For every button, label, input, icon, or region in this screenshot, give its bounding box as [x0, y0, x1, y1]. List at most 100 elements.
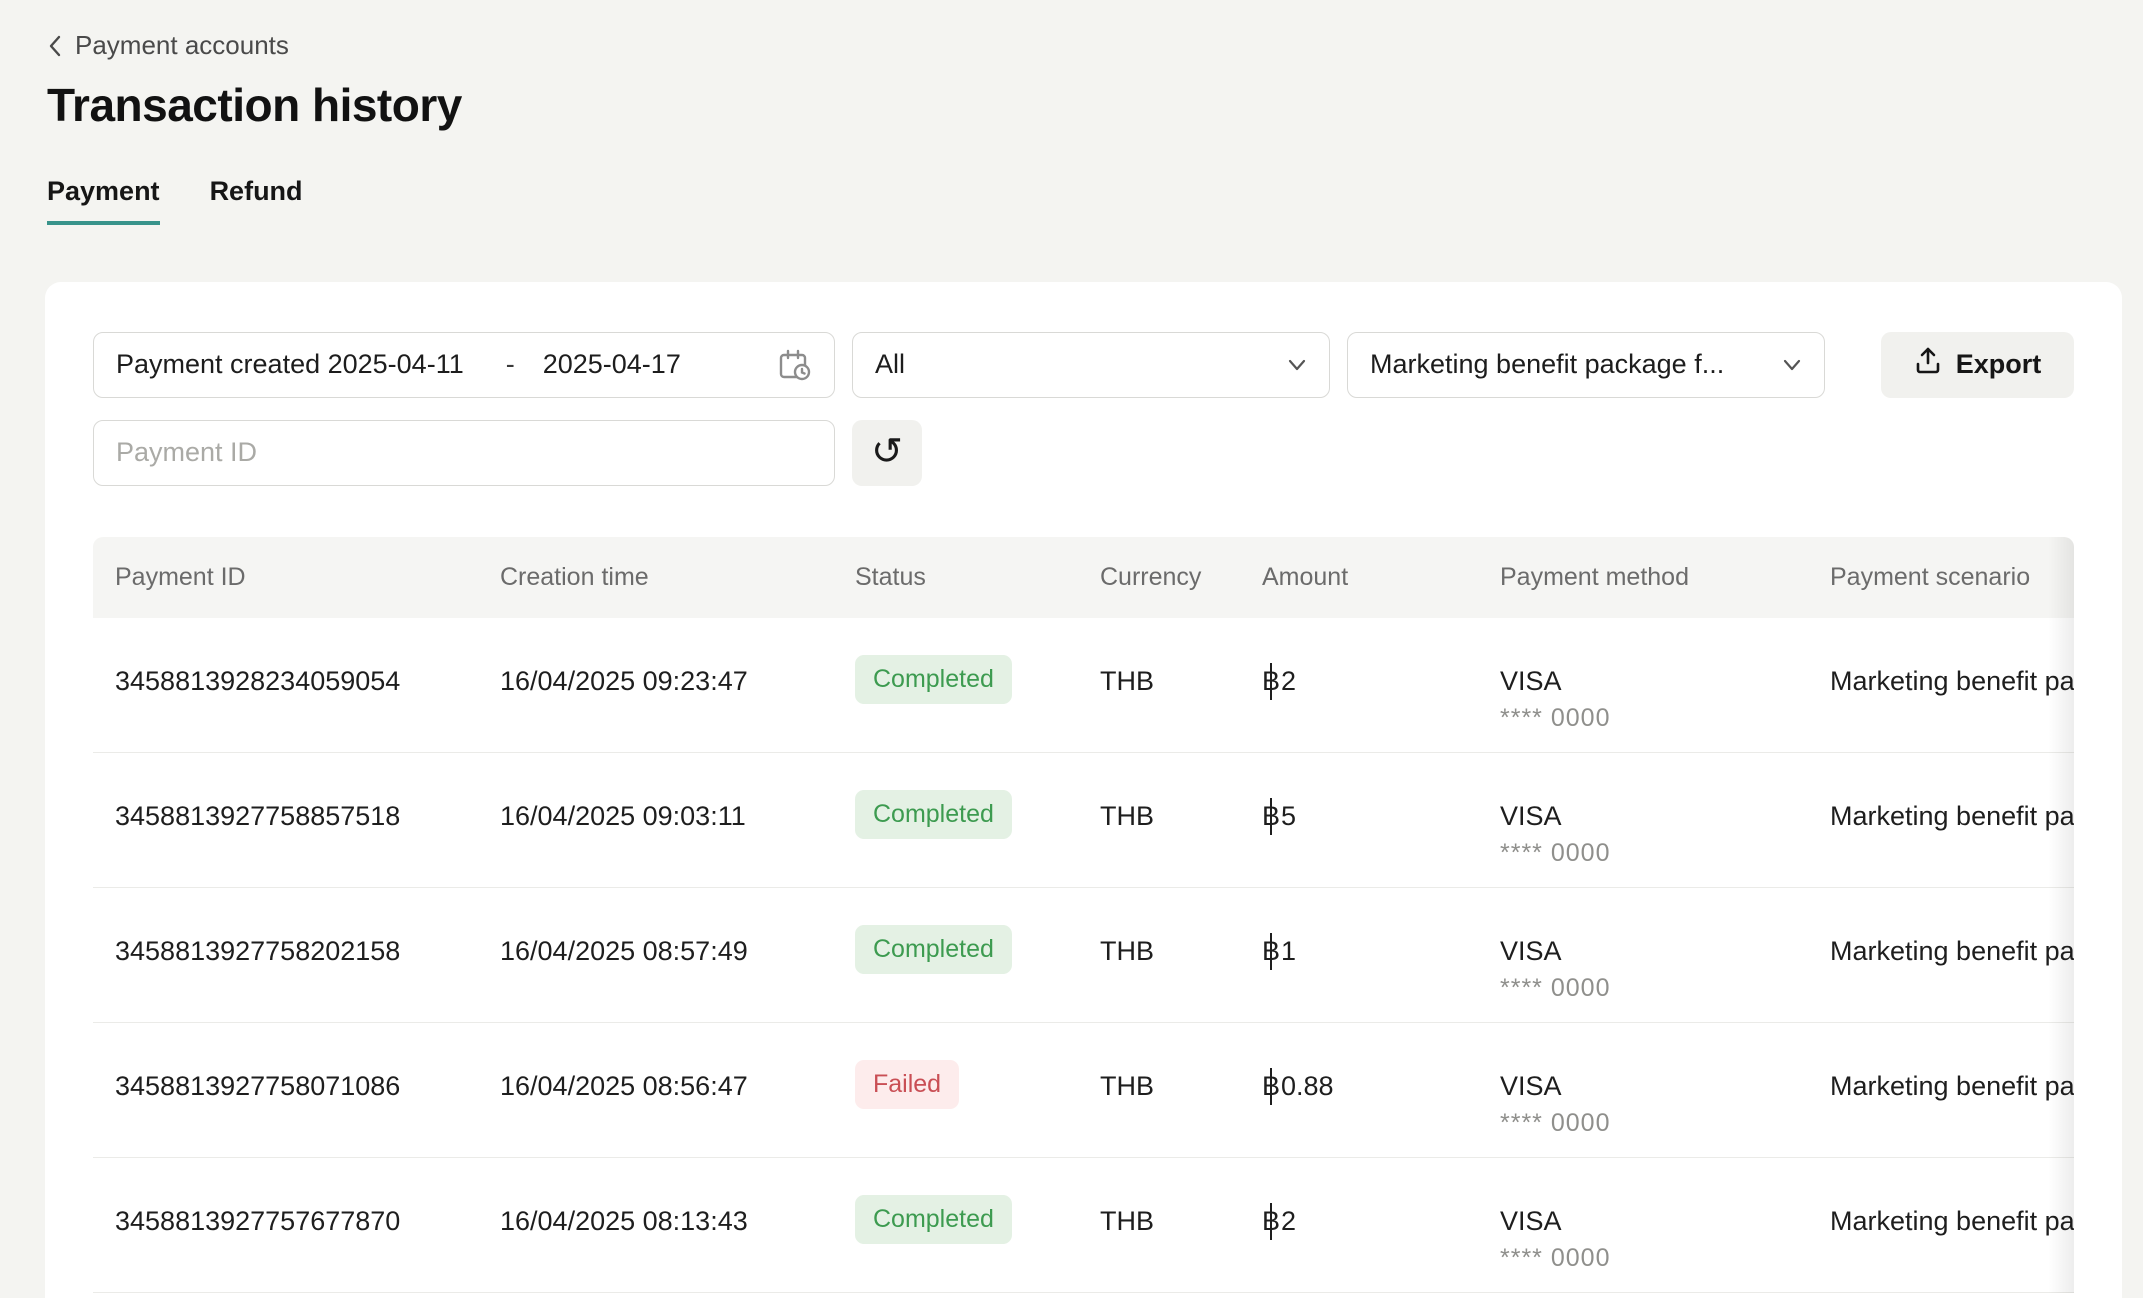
table-row: 3458813927758857518 16/04/2025 09:03:11 …: [93, 753, 2074, 888]
amount-cell: B5: [1262, 753, 1500, 888]
payment-method-detail: **** 0000: [1500, 1109, 1830, 1138]
currency-cell: THB: [1100, 1158, 1262, 1293]
currency-cell: THB: [1100, 1023, 1262, 1158]
amount-cell: B2: [1262, 1158, 1500, 1293]
refresh-button[interactable]: ↺: [852, 420, 922, 486]
page-title: Transaction history: [47, 76, 2122, 134]
amount-cell: B0.88: [1262, 1023, 1500, 1158]
export-button[interactable]: Export: [1881, 332, 2074, 398]
status-cell: Completed: [855, 888, 1100, 1023]
table-body: 3458813928234059054 16/04/2025 09:23:47 …: [93, 618, 2074, 1293]
payment-method-name: VISA: [1500, 666, 1830, 697]
date-range-filter[interactable]: Payment created 2025-04-11 - 2025-04-17: [93, 332, 835, 398]
filter-row-secondary: ↺: [93, 420, 2074, 486]
baht-symbol: B: [1262, 666, 1280, 697]
tab-refund[interactable]: Refund: [210, 176, 303, 225]
payment-method-name: VISA: [1500, 1206, 1830, 1237]
currency-cell: THB: [1100, 888, 1262, 1023]
status-badge: Completed: [855, 1195, 1012, 1244]
payment-method-cell: VISA **** 0000: [1500, 888, 1830, 1023]
status-badge: Failed: [855, 1060, 959, 1109]
creation-time-cell: 16/04/2025 09:03:11: [500, 753, 855, 888]
chevron-down-icon: [1287, 358, 1307, 372]
payment-id-cell: 3458813928234059054: [93, 618, 500, 753]
breadcrumb[interactable]: Payment accounts: [47, 30, 289, 61]
date-range-separator: -: [506, 349, 515, 380]
payment-method-cell: VISA **** 0000: [1500, 618, 1830, 753]
baht-symbol: B: [1262, 1071, 1280, 1102]
column-header-creation-time: Creation time: [500, 537, 855, 618]
creation-time-cell: 16/04/2025 08:57:49: [500, 888, 855, 1023]
table-row: 3458813927758071086 16/04/2025 08:56:47 …: [93, 1023, 2074, 1158]
payment-method-detail: **** 0000: [1500, 704, 1830, 733]
column-header-status: Status: [855, 537, 1100, 618]
status-badge: Completed: [855, 925, 1012, 974]
scenario-filter-value: Marketing benefit package f...: [1370, 349, 1724, 380]
currency-cell: THB: [1100, 618, 1262, 753]
status-cell: Completed: [855, 1158, 1100, 1293]
tab-payment[interactable]: Payment: [47, 176, 160, 225]
creation-time-cell: 16/04/2025 08:13:43: [500, 1158, 855, 1293]
column-header-payment-scenario: Payment scenario: [1830, 537, 2074, 618]
amount-value: 5: [1281, 801, 1296, 831]
chevron-down-icon: [1782, 358, 1802, 372]
filter-table-card: Payment created 2025-04-11 - 2025-04-17 …: [45, 282, 2122, 1298]
amount-value: 1: [1281, 936, 1296, 966]
filter-row-primary: Payment created 2025-04-11 - 2025-04-17 …: [93, 332, 2074, 398]
payment-scenario-cell: Marketing benefit package f...: [1830, 753, 2074, 888]
amount-value: 0.88: [1281, 1071, 1334, 1101]
payment-scenario-cell: Marketing benefit package f...: [1830, 618, 2074, 753]
status-cell: Failed: [855, 1023, 1100, 1158]
column-header-amount: Amount: [1262, 537, 1500, 618]
column-header-payment-method: Payment method: [1500, 537, 1830, 618]
table-row: 3458813927758202158 16/04/2025 08:57:49 …: [93, 888, 2074, 1023]
status-cell: Completed: [855, 618, 1100, 753]
payment-method-name: VISA: [1500, 801, 1830, 832]
status-badge: Completed: [855, 790, 1012, 839]
creation-time-cell: 16/04/2025 08:56:47: [500, 1023, 855, 1158]
payment-id-cell: 3458813927757677870: [93, 1158, 500, 1293]
column-header-currency: Currency: [1100, 537, 1262, 618]
scenario-filter-select[interactable]: Marketing benefit package f...: [1347, 332, 1825, 398]
payment-method-detail: **** 0000: [1500, 839, 1830, 868]
refresh-icon: ↺: [871, 432, 903, 470]
payment-scenario-cell: Marketing benefit package f...: [1830, 888, 2074, 1023]
payment-method-cell: VISA **** 0000: [1500, 753, 1830, 888]
baht-symbol: B: [1262, 801, 1280, 832]
page-container: Payment accounts Transaction history Pay…: [0, 0, 2143, 1298]
status-filter-value: All: [875, 349, 905, 380]
breadcrumb-label: Payment accounts: [75, 30, 289, 61]
calendar-clock-icon: [776, 347, 812, 383]
page-header: Payment accounts Transaction history Pay…: [47, 0, 2122, 225]
payment-scenario-cell: Marketing benefit package f...: [1830, 1023, 2074, 1158]
payment-id-input[interactable]: [93, 420, 835, 486]
export-button-label: Export: [1956, 349, 2042, 380]
payment-method-name: VISA: [1500, 936, 1830, 967]
date-range-end-label: 2025-04-17: [543, 349, 681, 380]
status-badge: Completed: [855, 655, 1012, 704]
payment-id-cell: 3458813927758071086: [93, 1023, 500, 1158]
payment-method-cell: VISA **** 0000: [1500, 1023, 1830, 1158]
payment-method-cell: VISA **** 0000: [1500, 1158, 1830, 1293]
payment-method-name: VISA: [1500, 1071, 1830, 1102]
baht-symbol: B: [1262, 936, 1280, 967]
amount-value: 2: [1281, 666, 1296, 696]
baht-symbol: B: [1262, 1206, 1280, 1237]
payment-id-cell: 3458813927758202158: [93, 888, 500, 1023]
tab-bar: Payment Refund: [47, 176, 2122, 225]
payment-method-detail: **** 0000: [1500, 1244, 1830, 1273]
payment-method-detail: **** 0000: [1500, 974, 1830, 1003]
transactions-table: Payment ID Creation time Status Currency…: [93, 537, 2074, 1294]
table-row: 3458813928234059054 16/04/2025 09:23:47 …: [93, 618, 2074, 753]
status-cell: Completed: [855, 753, 1100, 888]
currency-cell: THB: [1100, 753, 1262, 888]
amount-cell: B2: [1262, 618, 1500, 753]
payment-scenario-cell: Marketing benefit package f...: [1830, 1158, 2074, 1293]
date-range-start-label: Payment created 2025-04-11: [116, 349, 464, 380]
status-filter-select[interactable]: All: [852, 332, 1330, 398]
amount-cell: B1: [1262, 888, 1500, 1023]
chevron-left-icon: [47, 33, 63, 59]
column-header-payment-id: Payment ID: [93, 537, 500, 618]
creation-time-cell: 16/04/2025 09:23:47: [500, 618, 855, 753]
transactions-table-wrap: Payment ID Creation time Status Currency…: [93, 537, 2074, 1294]
